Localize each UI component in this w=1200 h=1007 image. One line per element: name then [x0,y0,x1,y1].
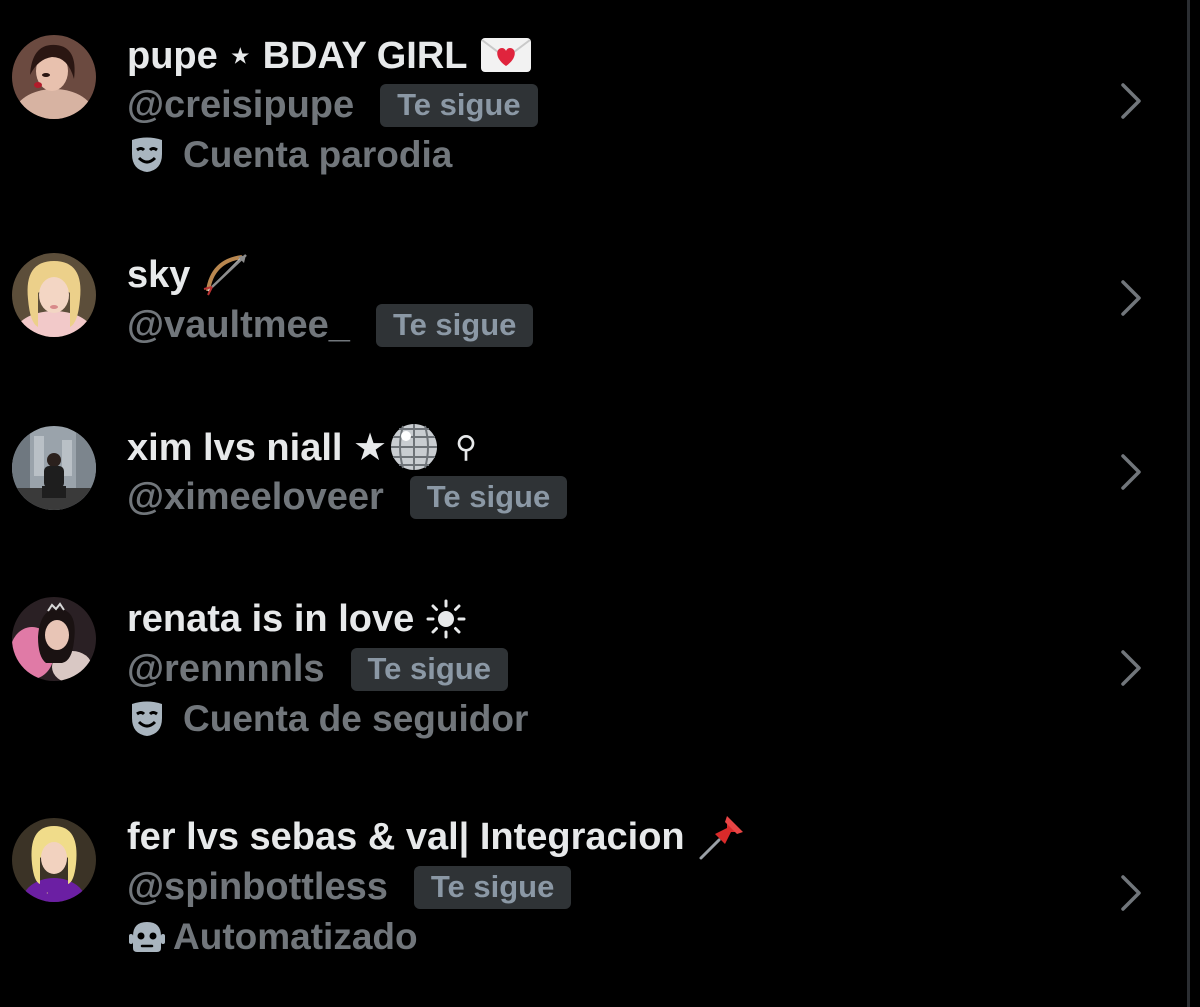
account-label-text: Cuenta de seguidor [183,698,529,739]
follows-you-badge: Te sigue [413,865,572,909]
handle: @creisipupe [127,83,355,126]
handle-line: @creisipupe Te sigue [127,80,1100,130]
follows-you-badge: Te sigue [380,83,538,127]
handle: @ximeeloveer [127,475,384,518]
account-label: Automatizado [127,912,1100,962]
account-row-vaultmee[interactable]: sky @vaultmee_ Te sigue [0,250,1180,360]
follows-you-badge: Te sigue [409,475,568,519]
bow-and-arrow-icon [202,251,252,299]
handle: @rennnnls [127,647,325,690]
chevron-right-icon[interactable] [1115,278,1145,318]
account-text: sky @vaultmee_ Te sigue [127,250,1100,350]
avatar[interactable]: · [12,818,96,902]
name-suffix-symbol: ⚲ [455,430,478,464]
handle: @spinbottless [127,865,388,908]
handle: @vaultmee_ [127,303,350,346]
chevron-right-icon[interactable] [1115,81,1145,121]
follows-you-badge: Te sigue [375,303,534,347]
chevron-right-icon[interactable] [1115,648,1145,688]
avatar[interactable] [12,35,96,119]
chevron-right-icon[interactable] [1115,452,1145,492]
account-row-rennnnls[interactable]: renata is in love @rennnnls Te sigue Cue… [0,594,1180,754]
chevron-right-icon[interactable] [1115,873,1145,913]
column-border [1187,0,1190,1007]
account-text: renata is in love @rennnnls Te sigue Cue… [127,594,1100,744]
account-label: Cuenta de seguidor [127,694,1100,744]
bot-icon [129,918,165,956]
account-row-ximeeloveer[interactable]: xim lvs niall ★ ⚲ @ximeeloveer Te sigue [0,422,1180,532]
handle-line: @spinbottless Te sigue [127,862,1100,912]
parody-mask-icon [129,700,165,738]
account-row-spinbottless[interactable]: · fer lvs sebas & val| Integracion @spin… [0,812,1180,982]
display-name: pupe ⋆ BDAY GIRL [127,30,1100,80]
account-label-text: Automatizado [173,916,418,957]
avatar[interactable] [12,426,96,510]
avatar[interactable] [12,597,96,681]
account-text: xim lvs niall ★ ⚲ @ximeeloveer Te sigue [127,422,1100,522]
account-label: Cuenta parodia [127,130,1100,180]
display-name: sky [127,250,1100,300]
account-row-creisipupe[interactable]: pupe ⋆ BDAY GIRL @creisipupe Te sigue Cu… [0,30,1180,190]
disco-ball-icon [389,422,439,472]
account-label-text: Cuenta parodia [183,134,453,175]
love-letter-icon [480,36,532,74]
handle-line: @ximeeloveer Te sigue [127,472,1100,522]
handle-line: @rennnnls Te sigue [127,644,1100,694]
parody-mask-icon [129,136,165,174]
follows-you-badge: Te sigue [350,647,508,691]
sun-icon [426,599,466,639]
handle-line: @vaultmee_ Te sigue [127,300,1100,350]
pushpin-icon [697,812,747,862]
svg-text:·: · [46,889,49,898]
account-text: fer lvs sebas & val| Integracion @spinbo… [127,812,1100,962]
display-name: renata is in love [127,594,1100,644]
display-name: fer lvs sebas & val| Integracion [127,812,1100,862]
account-text: pupe ⋆ BDAY GIRL @creisipupe Te sigue Cu… [127,30,1100,180]
display-name: xim lvs niall ★ ⚲ [127,422,1100,472]
avatar[interactable] [12,253,96,337]
